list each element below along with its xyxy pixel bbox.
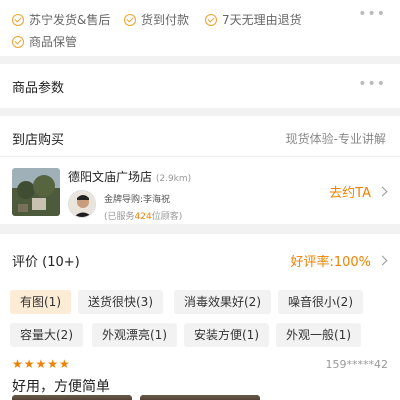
book-appointment-label: 去约TA xyxy=(329,186,371,201)
guide-name: 金牌导购:李海祝 xyxy=(104,195,171,205)
check-circle-icon xyxy=(12,13,24,26)
good-rate-link[interactable]: 好评率:100% xyxy=(290,251,388,270)
review-tag[interactable]: 有图(1) xyxy=(10,290,71,314)
check-circle-icon xyxy=(205,13,217,26)
chevron-right-icon xyxy=(377,255,388,266)
service-label: 苏宁发货&售后 xyxy=(29,13,111,27)
service-label: 7天无理由退货 xyxy=(222,13,302,27)
service-guarantees[interactable]: 苏宁发货&售后 货到付款 7天无理由退货 商品保管 ••• xyxy=(0,0,400,56)
rating-stars: ★★★★★ xyxy=(12,357,71,371)
reviews-section: 评价 (10+) 好评率:100% 有图(1) 送货很快(3) 消毒效果好(2)… xyxy=(0,234,400,400)
store-section-subtitle: 现货体验-专业讲解 xyxy=(285,132,386,146)
reviewer-id: 159*****42 xyxy=(325,358,389,371)
review-tag[interactable]: 噪音很小(2) xyxy=(278,290,363,314)
store-purchase-section: 到店购买 现货体验-专业讲解 德阳文庙广场店 (2.9km) 金牌导购:李海祝 … xyxy=(0,116,400,224)
review-tag[interactable]: 送货很快(3) xyxy=(78,290,163,314)
review-text: 好用，方便简单 xyxy=(12,379,110,395)
book-appointment-button[interactable]: 去约TA xyxy=(329,182,388,201)
store-photo[interactable] xyxy=(12,168,60,216)
service-item: 苏宁发货&售后 xyxy=(12,11,110,28)
product-params-row[interactable]: 商品参数 ••• xyxy=(0,64,400,108)
check-circle-icon xyxy=(12,35,24,48)
service-item: 商品保管 xyxy=(12,33,77,50)
guide-avatar xyxy=(68,190,96,218)
chevron-right-icon xyxy=(377,186,388,197)
reviews-title[interactable]: 评价 (10+) xyxy=(12,251,80,270)
service-item: 货到付款 xyxy=(124,11,189,28)
store-name-label: 德阳文庙广场店 xyxy=(68,170,153,184)
good-rate-label: 好评率:100% xyxy=(290,255,371,270)
service-item: 7天无理由退货 xyxy=(205,11,302,28)
more-icon[interactable]: ••• xyxy=(358,76,386,92)
review-tag[interactable]: 消毒效果好(2) xyxy=(174,290,271,314)
served-count: (已服务424位顾客) xyxy=(104,212,183,222)
review-tag[interactable]: 外观一般(1) xyxy=(276,323,361,347)
review-tag[interactable]: 容量大(2) xyxy=(10,323,83,347)
divider xyxy=(0,156,400,157)
more-icon[interactable]: ••• xyxy=(358,6,386,22)
review-tag[interactable]: 安装方便(1) xyxy=(184,323,269,347)
service-label: 商品保管 xyxy=(29,35,78,49)
review-photo[interactable] xyxy=(140,395,260,400)
review-tag[interactable]: 外观漂亮(1) xyxy=(92,323,177,347)
review-photo[interactable] xyxy=(12,395,132,400)
check-circle-icon xyxy=(124,13,136,26)
store-name[interactable]: 德阳文庙广场店 (2.9km) xyxy=(68,168,191,185)
store-distance: (2.9km) xyxy=(155,174,192,184)
store-section-title: 到店购买 xyxy=(12,133,65,148)
service-label: 货到付款 xyxy=(141,13,190,27)
params-title: 商品参数 xyxy=(12,81,65,96)
